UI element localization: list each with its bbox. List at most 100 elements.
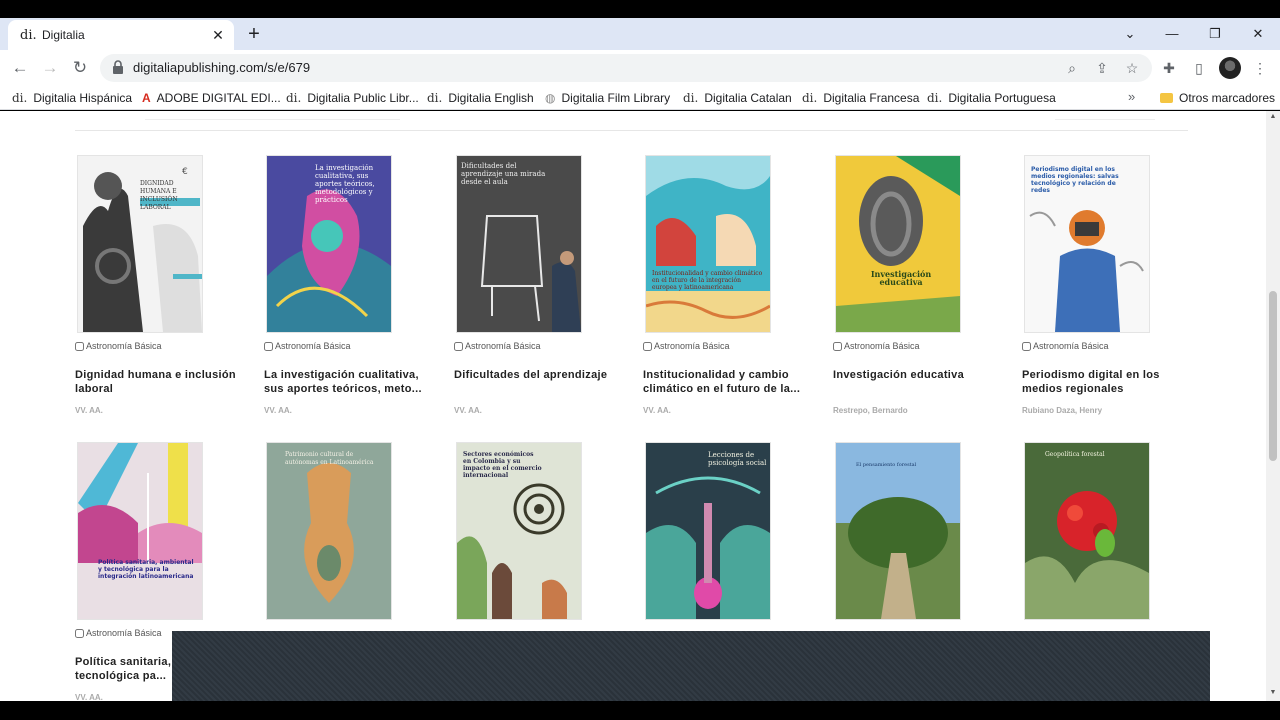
cover-title: Geopolítica forestal xyxy=(1045,451,1105,458)
scrollbar-thumb[interactable] xyxy=(1269,291,1277,461)
more-bookmarks-chevron-icon[interactable]: » xyxy=(1128,89,1135,104)
category-row: Astronomía Básica xyxy=(1022,340,1109,352)
book-cover[interactable]: Lecciones de psicología social xyxy=(646,443,770,619)
cover-title: Investigación educativa xyxy=(870,269,932,287)
book-cover[interactable]: Dificultades del aprendizaje una mirada … xyxy=(457,156,581,332)
cover-title: El pensamiento forestal xyxy=(856,462,917,468)
back-button[interactable]: ← xyxy=(8,56,32,80)
category-label: Astronomía Básica xyxy=(844,341,920,351)
url-text[interactable]: digitaliapublishing.com/s/e/679 xyxy=(133,60,310,75)
menu-kebab-icon[interactable]: ⋮ xyxy=(1250,58,1270,78)
cover-title: Periodismo digital en los medios regiona… xyxy=(1031,166,1119,194)
category-label: Astronomía Básica xyxy=(86,341,162,351)
new-tab-button[interactable]: + xyxy=(242,22,266,46)
category-row: Astronomía Básica xyxy=(75,627,162,639)
divider xyxy=(145,119,400,120)
category-label: Astronomía Básica xyxy=(465,341,541,351)
page-scrollbar[interactable]: ▲ ▼ xyxy=(1266,111,1280,701)
extensions-icon[interactable]: ✚ xyxy=(1159,58,1179,78)
book-title[interactable]: Dificultades del aprendizaje xyxy=(454,368,626,382)
category-row: Astronomía Básica xyxy=(833,340,920,352)
category-checkbox[interactable] xyxy=(75,628,84,638)
category-row: Astronomía Básica xyxy=(75,340,162,352)
digitalia-favicon-icon: di. xyxy=(20,27,37,43)
profile-avatar[interactable] xyxy=(1219,57,1241,79)
category-checkbox[interactable] xyxy=(833,341,842,351)
restore-button[interactable]: ❐ xyxy=(1195,21,1235,47)
book-title[interactable]: Institucionalidad y cambio climático en … xyxy=(643,368,815,396)
book-cover[interactable]: Patrimonio cultural de autónomas en Lati… xyxy=(267,443,391,619)
bookmark-item[interactable]: di. Digitalia Hispánica xyxy=(12,89,132,107)
cover-title: DIGNIDAD HUMANA E INCLUSIÓN LABORAL xyxy=(140,180,178,211)
category-checkbox[interactable] xyxy=(264,341,273,351)
bookmark-item[interactable]: di. Digitalia Public Libr... xyxy=(286,89,419,107)
forward-button[interactable]: → xyxy=(38,56,62,80)
bookmark-label: Digitalia Francesa xyxy=(823,91,920,105)
zoom-icon[interactable]: ⌕ xyxy=(1062,58,1082,78)
category-row: Astronomía Básica xyxy=(264,340,351,352)
book-author: VV. AA. xyxy=(643,406,671,415)
category-checkbox[interactable] xyxy=(75,341,84,351)
book-title[interactable]: La investigación cualitativa, sus aporte… xyxy=(264,368,436,396)
category-checkbox[interactable] xyxy=(454,341,463,351)
side-panel-icon[interactable]: ▯ xyxy=(1189,58,1209,78)
address-bar[interactable]: digitaliapublishing.com/s/e/679 ⌕ ⇪ ☆ xyxy=(100,54,1152,82)
bookmark-label: ADOBE DIGITAL EDI... xyxy=(156,91,281,105)
tab-digitalia[interactable]: di. Digitalia ✕ xyxy=(8,20,234,50)
other-bookmarks[interactable]: Otros marcadores xyxy=(1160,89,1275,107)
video-overlay-panel xyxy=(172,631,1210,701)
scroll-up-icon[interactable]: ▲ xyxy=(1269,113,1277,120)
reload-button[interactable]: ↻ xyxy=(68,56,92,80)
book-cover[interactable]: Geopolítica forestal xyxy=(1025,443,1149,619)
book-cover[interactable]: € DIGNIDAD HUMANA E INCLUSIÓN LABORAL xyxy=(78,156,202,332)
tab-close-icon[interactable]: ✕ xyxy=(208,27,228,44)
digitalia-favicon-icon: di. xyxy=(286,91,302,105)
browser-toolbar: ← → ↻ digitaliapublishing.com/s/e/679 ⌕ … xyxy=(0,50,1280,86)
tab-search-icon[interactable]: ⌄ xyxy=(1110,21,1150,47)
adobe-icon: A xyxy=(142,91,151,105)
tab-strip: di. Digitalia ✕ + ⌄ — ❐ ✕ xyxy=(0,18,1280,50)
book-cover[interactable]: Institucionalidad y cambio climático en … xyxy=(646,156,770,332)
category-label: Astronomía Básica xyxy=(86,628,162,638)
book-cover[interactable]: La investigación cualitativa, sus aporte… xyxy=(267,156,391,332)
book-author: VV. AA. xyxy=(454,406,482,415)
cover-art xyxy=(836,443,960,619)
digitalia-favicon-icon: di. xyxy=(12,91,28,105)
book-title[interactable]: Dignidad humana e inclusión laboral xyxy=(75,368,247,396)
bookmark-item[interactable]: ◍ Digitalia Film Library xyxy=(545,89,670,107)
bookmarks-bar: di. Digitalia Hispánica A ADOBE DIGITAL … xyxy=(0,86,1280,110)
bookmark-item[interactable]: di. Digitalia Portuguesa xyxy=(927,89,1056,107)
category-row: Astronomía Básica xyxy=(454,340,541,352)
bookmark-item[interactable]: di. Digitalia Francesa xyxy=(802,89,919,107)
book-cover[interactable]: Periodismo digital en los medios regiona… xyxy=(1025,156,1149,332)
cover-title: Institucionalidad y cambio climático en … xyxy=(652,270,763,291)
bookmark-item[interactable]: di. Digitalia English xyxy=(427,89,534,107)
book-cover[interactable]: El pensamiento forestal xyxy=(836,443,960,619)
close-window-button[interactable]: ✕ xyxy=(1238,21,1278,47)
book-cover[interactable]: Investigación educativa xyxy=(836,156,960,332)
bookmark-item[interactable]: di. Digitalia Catalan xyxy=(683,89,792,107)
share-icon[interactable]: ⇪ xyxy=(1092,58,1112,78)
book-title[interactable]: Investigación educativa xyxy=(833,368,1005,382)
minimize-button[interactable]: — xyxy=(1152,21,1192,47)
book-author: VV. AA. xyxy=(75,693,103,701)
digitalia-favicon-icon: di. xyxy=(427,91,443,105)
book-cover[interactable]: Política sanitaria, ambiental y tecnológ… xyxy=(78,443,202,619)
screen: di. Digitalia ✕ + ⌄ — ❐ ✕ ← → ↻ digitali… xyxy=(0,0,1280,720)
cover-title: Dificultades del aprendizaje una mirada … xyxy=(461,162,546,186)
book-cover[interactable]: Sectores económicos en Colombia y su imp… xyxy=(457,443,581,619)
bookmark-item[interactable]: A ADOBE DIGITAL EDI... xyxy=(142,89,281,107)
lock-icon[interactable] xyxy=(112,60,124,74)
page-content: € DIGNIDAD HUMANA E INCLUSIÓN LABORAL As… xyxy=(0,111,1266,701)
book-title[interactable]: Periodismo digital en los medios regiona… xyxy=(1022,368,1194,396)
cover-art xyxy=(836,156,960,332)
category-checkbox[interactable] xyxy=(1022,341,1031,351)
category-checkbox[interactable] xyxy=(643,341,652,351)
book-author: Rubiano Daza, Henry xyxy=(1022,406,1103,415)
bookmark-star-icon[interactable]: ☆ xyxy=(1122,58,1142,78)
book-author: VV. AA. xyxy=(264,406,292,415)
scroll-down-icon[interactable]: ▼ xyxy=(1269,689,1277,696)
digitalia-favicon-icon: di. xyxy=(802,91,818,105)
category-row: Astronomía Básica xyxy=(643,340,730,352)
divider xyxy=(75,130,1188,131)
